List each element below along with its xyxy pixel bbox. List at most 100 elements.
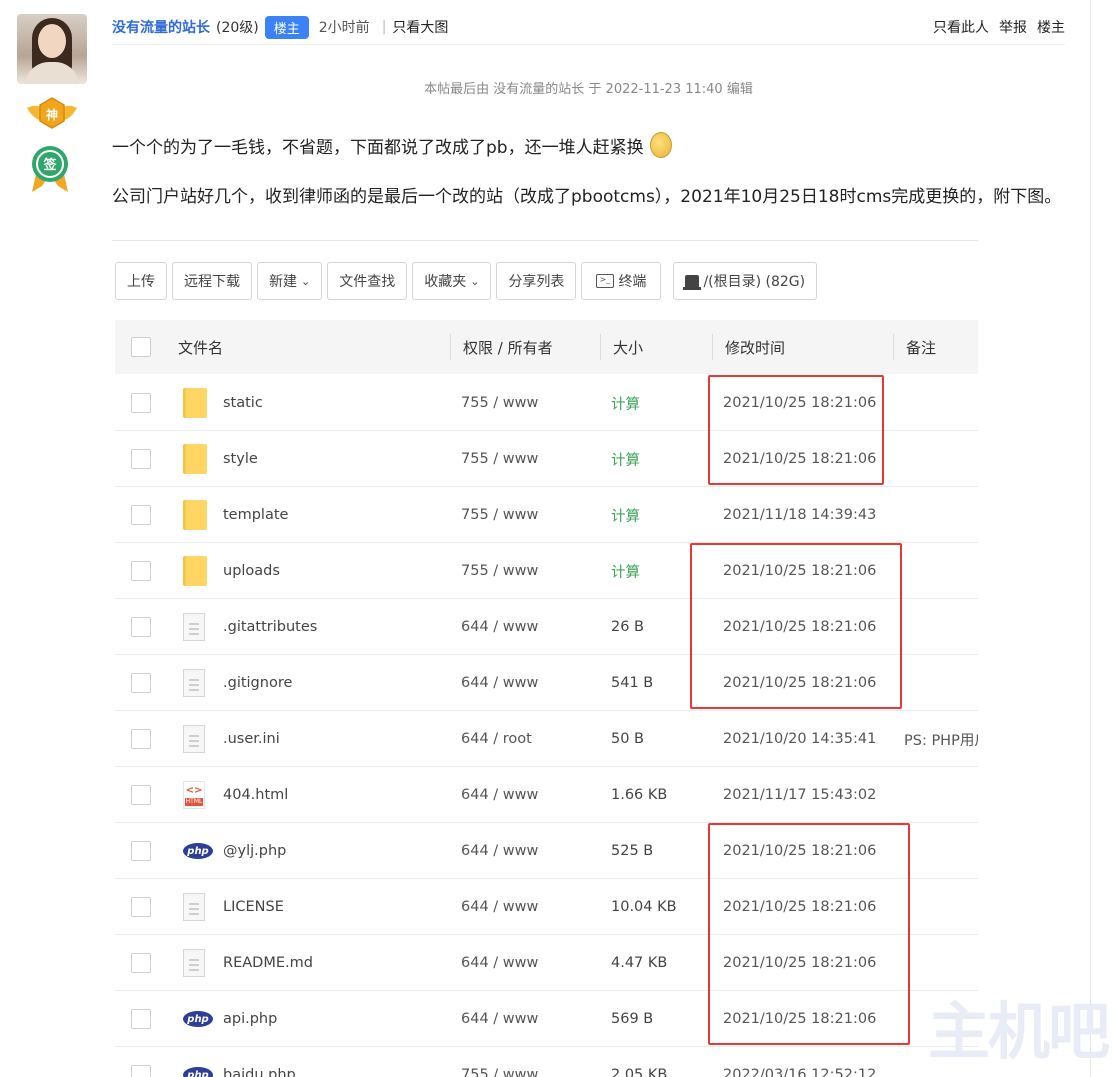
terminal-label: 终端 — [618, 274, 647, 290]
file-row[interactable]: template 755 / www 计算 2021/11/18 14:39:43 — [115, 487, 978, 543]
report-link[interactable]: 举报 — [999, 17, 1027, 37]
remote-download-button[interactable]: 远程下载 — [172, 262, 252, 300]
col-filename[interactable]: 文件名 — [178, 320, 223, 374]
row-checkbox[interactable] — [131, 1009, 151, 1029]
row-checkbox[interactable] — [131, 897, 151, 917]
file-permission[interactable]: 755 / www — [461, 1047, 538, 1077]
post-time: 2小时前 — [318, 20, 370, 36]
file-search-button[interactable]: 文件查找 — [327, 262, 408, 300]
file-note[interactable]: PS: PHP用户 — [904, 711, 978, 767]
file-row[interactable]: .user.ini 644 / root 50 B 2021/10/20 14:35:… — [115, 711, 978, 767]
file-note[interactable] — [904, 879, 978, 935]
file-row[interactable]: php baidu.php 755 / www 2.05 KB 2022/03/16 1… — [115, 1047, 978, 1077]
only-big-images-link[interactable]: 只看大图 — [392, 17, 448, 37]
root-dir-button[interactable]: /(根目录) (82G) — [673, 262, 818, 300]
file-size[interactable]: 计算 — [611, 375, 640, 431]
header-divider — [112, 44, 1065, 45]
only-this-user-link[interactable]: 只看此人 — [933, 17, 989, 37]
col-mtime[interactable]: 修改时间 — [725, 320, 785, 374]
terminal-button[interactable]: >_ 终端 — [581, 262, 662, 300]
chevron-down-icon: ⌄ — [301, 274, 311, 288]
row-checkbox[interactable] — [131, 617, 151, 637]
file-name[interactable]: baidu.php — [223, 1047, 296, 1077]
share-list-button[interactable]: 分享列表 — [496, 262, 577, 300]
file-size: 4.47 KB — [611, 955, 668, 971]
file-permission[interactable]: 644 / www — [461, 599, 538, 655]
file-size: 2.05 KB — [611, 1067, 668, 1077]
file-permission[interactable]: 755 / www — [461, 431, 538, 487]
col-permission[interactable]: 权限 / 所有者 — [463, 320, 553, 374]
file-permission[interactable]: 755 / www — [461, 487, 538, 543]
file-name[interactable]: @ylj.php — [223, 823, 286, 879]
file-name[interactable]: api.php — [223, 991, 277, 1047]
row-checkbox[interactable] — [131, 393, 151, 413]
file-name[interactable]: .user.ini — [223, 711, 280, 767]
disk-icon — [683, 275, 702, 290]
row-checkbox[interactable] — [131, 729, 151, 749]
op-tag: 楼主 — [264, 15, 309, 39]
new-button[interactable]: 新建 ⌄ — [257, 262, 323, 300]
file-size[interactable]: 计算 — [611, 487, 640, 543]
row-checkbox[interactable] — [131, 1065, 151, 1077]
file-permission[interactable]: 644 / www — [461, 935, 538, 991]
file-mtime: 2021/11/18 14:39:43 — [723, 507, 877, 523]
file-icon — [183, 725, 205, 753]
folder-icon — [183, 500, 207, 530]
folder-icon — [183, 444, 207, 474]
floor-link[interactable]: 楼主 — [1037, 17, 1065, 37]
row-checkbox[interactable] — [131, 561, 151, 581]
file-row[interactable]: <> HTML 404.html 644 / www 1.66 KB 2021/11/17… — [115, 767, 978, 823]
file-icon — [183, 893, 205, 921]
file-permission[interactable]: 644 / www — [461, 767, 538, 823]
file-name[interactable]: README.md — [223, 935, 313, 991]
favorites-button[interactable]: 收藏夹 ⌄ — [412, 262, 492, 300]
upload-button[interactable]: 上传 — [115, 262, 167, 300]
post-paragraph-1: 一个个的为了一毛钱，不省题，下面都说了改成了pb，还一堆人赶紧换 — [112, 132, 672, 158]
file-name[interactable]: uploads — [223, 543, 280, 599]
user-avatar[interactable] — [17, 14, 87, 84]
file-note[interactable] — [904, 487, 978, 543]
screenshot-top-divider — [112, 240, 978, 241]
file-name[interactable]: style — [223, 431, 258, 487]
file-name[interactable]: .gitattributes — [223, 599, 317, 655]
user-level: (20级) — [216, 20, 259, 36]
row-checkbox[interactable] — [131, 505, 151, 525]
file-size: 50 B — [611, 731, 645, 747]
file-note[interactable] — [904, 543, 978, 599]
select-all-checkbox[interactable] — [131, 337, 151, 357]
shen-badge-icon: 神 — [27, 97, 77, 129]
file-size: 1.66 KB — [611, 787, 668, 803]
page-scrollbar[interactable] — [1090, 0, 1091, 1077]
file-note[interactable] — [904, 823, 978, 879]
username-link[interactable]: 没有流量的站长 — [112, 17, 210, 37]
header-separator: | — [381, 19, 387, 35]
file-size[interactable]: 计算 — [611, 543, 640, 599]
file-note[interactable] — [904, 767, 978, 823]
row-checkbox[interactable] — [131, 673, 151, 693]
row-checkbox[interactable] — [131, 953, 151, 973]
file-permission[interactable]: 755 / www — [461, 543, 538, 599]
file-name[interactable]: .gitignore — [223, 655, 292, 711]
file-note[interactable] — [904, 431, 978, 487]
file-note[interactable] — [904, 375, 978, 431]
file-permission[interactable]: 755 / www — [461, 375, 538, 431]
folder-icon — [183, 556, 207, 586]
row-checkbox[interactable] — [131, 785, 151, 805]
file-note[interactable] — [904, 655, 978, 711]
paragraph-1-text: 一个个的为了一毛钱，不省题，下面都说了改成了pb，还一堆人赶紧换 — [112, 137, 644, 158]
file-name[interactable]: LICENSE — [223, 879, 284, 935]
row-checkbox[interactable] — [131, 449, 151, 469]
row-checkbox[interactable] — [131, 841, 151, 861]
file-permission[interactable]: 644 / root — [461, 711, 532, 767]
col-note[interactable]: 备注 — [906, 320, 936, 374]
file-permission[interactable]: 644 / www — [461, 823, 538, 879]
file-permission[interactable]: 644 / www — [461, 655, 538, 711]
file-name[interactable]: template — [223, 487, 288, 543]
col-size[interactable]: 大小 — [613, 320, 643, 374]
file-name[interactable]: 404.html — [223, 767, 288, 823]
file-permission[interactable]: 644 / www — [461, 991, 538, 1047]
file-size[interactable]: 计算 — [611, 431, 640, 487]
file-permission[interactable]: 644 / www — [461, 879, 538, 935]
file-note[interactable] — [904, 599, 978, 655]
file-name[interactable]: static — [223, 375, 263, 431]
